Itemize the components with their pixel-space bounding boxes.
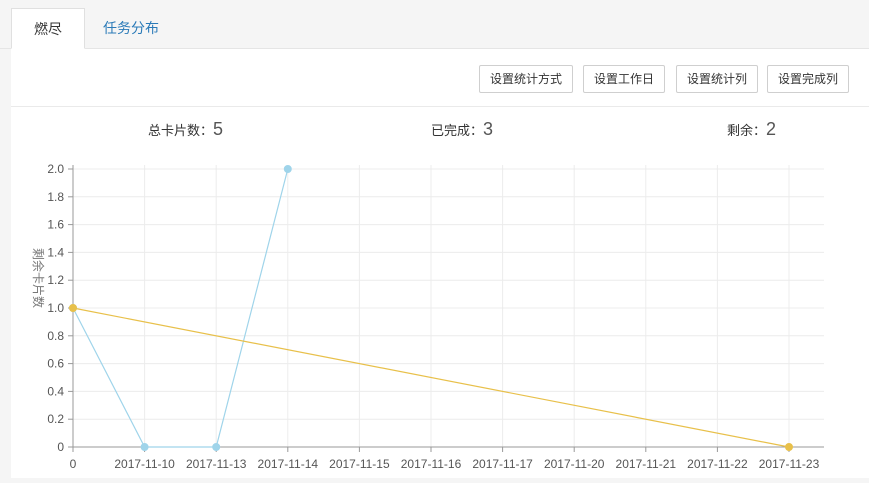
stat-total-label: 总卡片数： (148, 123, 214, 138)
chart-panel: 设置统计方式 设置工作日 设置统计列 设置完成列 总卡片数：5 已完成：3 剩余… (11, 49, 869, 478)
tab-bar: 燃尽图 任务分布 (0, 0, 869, 77)
stat-remaining-value: 2 (766, 119, 777, 139)
tab-burndown[interactable]: 燃尽图 (11, 8, 85, 77)
stat-total-value: 5 (213, 119, 224, 139)
stat-done: 已完成：3 (431, 119, 493, 140)
stat-total: 总卡片数：5 (148, 119, 223, 140)
toolbar-divider (11, 106, 869, 107)
set-workday-button[interactable]: 设置工作日 (583, 65, 665, 93)
stat-done-label: 已完成： (431, 123, 484, 138)
set-stat-method-button[interactable]: 设置统计方式 (479, 65, 573, 93)
set-done-column-button[interactable]: 设置完成列 (767, 65, 849, 93)
stat-done-value: 3 (483, 119, 494, 139)
stat-remaining-label: 剩余： (727, 123, 767, 138)
stat-remaining: 剩余：2 (727, 119, 776, 140)
tab-task-distribution[interactable]: 任务分布 (87, 8, 175, 48)
set-stat-column-button[interactable]: 设置统计列 (676, 65, 758, 93)
